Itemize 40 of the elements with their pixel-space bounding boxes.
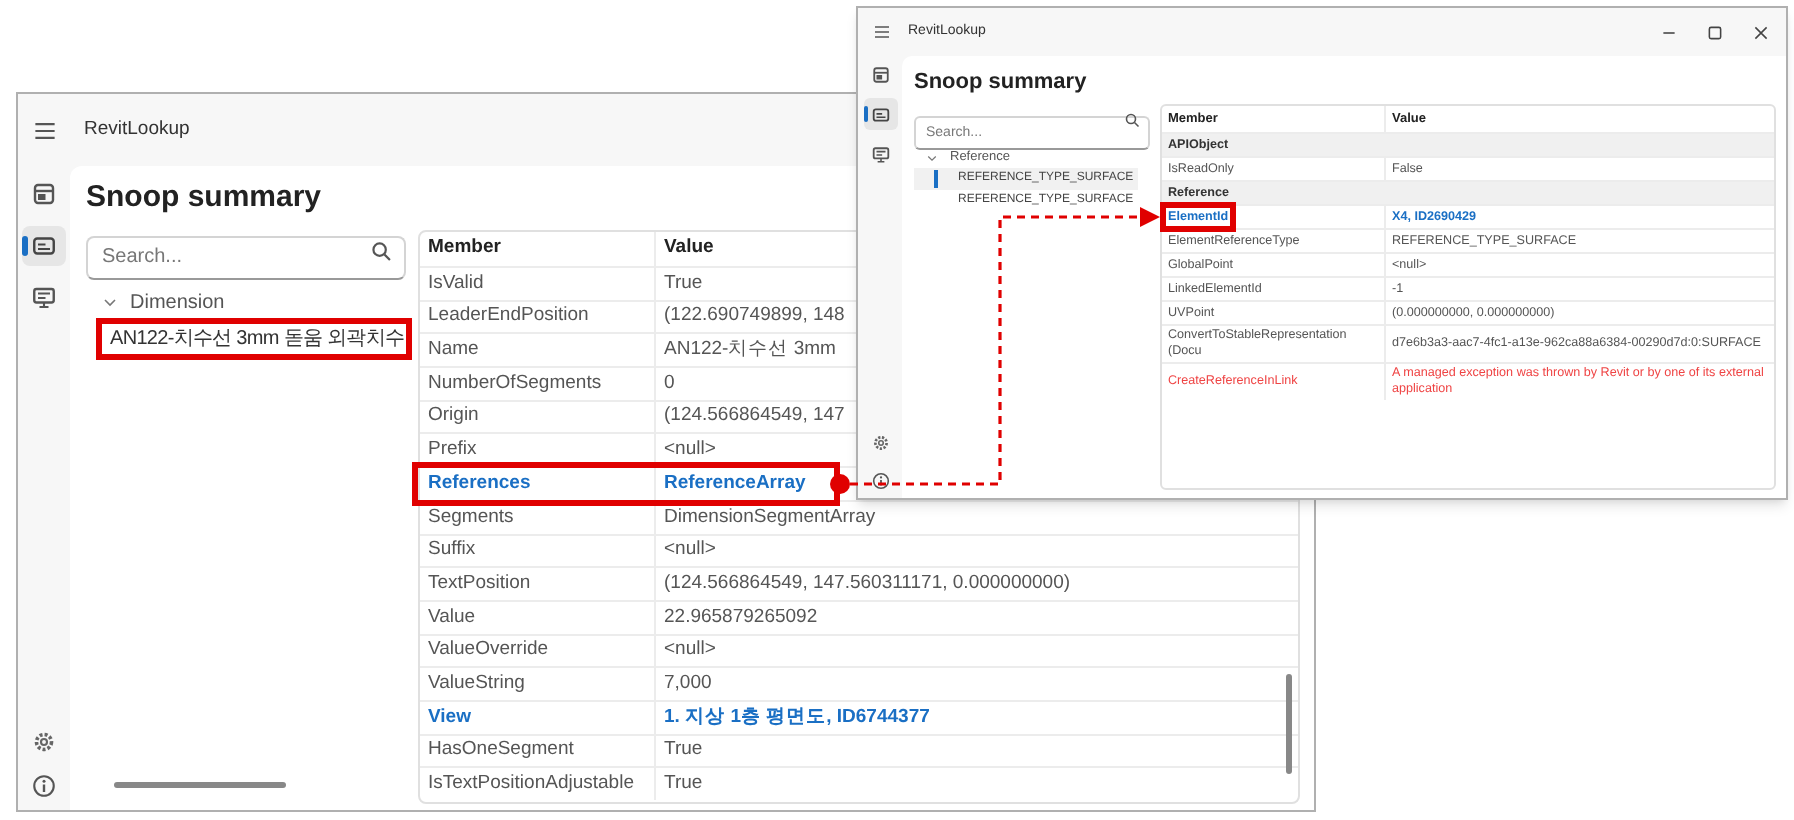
table-cell-text: (124.566864549, 147.560311171, 0.000000000) (664, 569, 1071, 598)
table-cell[interactable]: ReferenceArray (664, 469, 806, 499)
tree-item[interactable]: AN122-치수선 3mm 돋움 외곽치수 (110, 324, 405, 354)
table-cell-text: (124.566864549, 147 (664, 402, 845, 431)
table-cell[interactable]: View (428, 703, 471, 732)
table-cell-text: TextPosition (428, 569, 531, 598)
table-cell: DimensionSegmentArray (664, 503, 876, 532)
table-cell-text: 0 (664, 369, 675, 398)
page-heading: Snoop summary (86, 178, 322, 218)
table-cell-text: LeaderEndPosition (428, 302, 589, 331)
table-cell[interactable]: References (428, 469, 531, 499)
column-header[interactable]: Value (664, 234, 714, 264)
table-cell: Suffix (428, 536, 476, 565)
table-cell: IsValid (428, 269, 484, 298)
table-cell-text: HasOneSegment (428, 736, 574, 765)
table-cell: AN122-치수선 3mm (664, 336, 836, 365)
table-cell: Segments (428, 503, 514, 532)
table-cell: <null> (664, 436, 716, 465)
page-heading: Snoop summary (914, 68, 1087, 96)
table-cell-text: <null> (664, 636, 716, 665)
table-cell[interactable]: 1. 지상 1층 평면도, ID6744377 (664, 703, 930, 732)
table-cell: 22.965879265092 (664, 603, 818, 632)
search-field[interactable]: Search... (86, 235, 406, 279)
table-cell: True (664, 770, 703, 799)
table-cell-text: Origin (428, 402, 479, 431)
table-cell: Name (428, 336, 479, 365)
table-cell: True (664, 269, 703, 298)
table-cell-text: NumberOfSegments (428, 369, 602, 398)
table-cell: Prefix (428, 436, 477, 465)
table-cell-text: ValueOverride (428, 636, 549, 665)
column-header[interactable]: Member (428, 234, 501, 264)
tree-item[interactable]: Dimension (130, 287, 225, 317)
table-cell: <null> (664, 536, 716, 565)
window-title: RevitLookup (84, 115, 190, 144)
table-cell-text: (122.690749899, 148 (664, 302, 845, 331)
table-cell-text: True (664, 736, 703, 765)
table-cell-text: 7,000 (664, 669, 712, 698)
table-cell: IsTextPositionAdjustable (428, 770, 634, 799)
table-cell: Value (428, 603, 476, 632)
table-cell-text: ValueString (428, 669, 525, 698)
